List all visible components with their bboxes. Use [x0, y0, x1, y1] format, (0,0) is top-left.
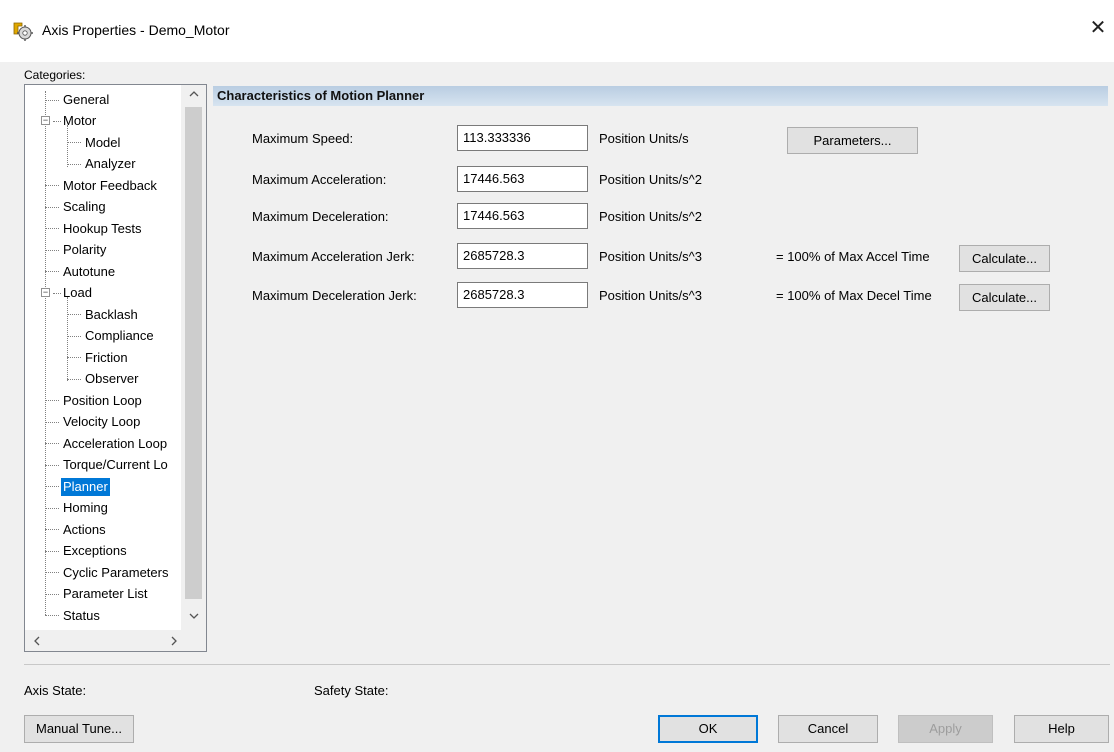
tree-line: [67, 357, 81, 358]
tree-line: [45, 100, 59, 101]
ok-button[interactable]: OK: [658, 715, 758, 743]
tree-line: [45, 422, 59, 423]
tree-item-model[interactable]: Model: [83, 134, 122, 152]
max-decel-jerk-unit: Position Units/s^3: [599, 288, 702, 303]
tree-line: [45, 250, 59, 251]
tree-item-acceleration-loop[interactable]: Acceleration Loop: [61, 435, 169, 453]
chevron-down-icon[interactable]: [185, 611, 202, 623]
max-deceleration-unit: Position Units/s^2: [599, 209, 702, 224]
section-title: Characteristics of Motion Planner: [217, 88, 425, 103]
tree-item-cyclic-parameters[interactable]: Cyclic Parameters: [61, 564, 170, 582]
tree-line: [45, 594, 59, 595]
tree-line: [53, 293, 61, 294]
tree-item-exceptions[interactable]: Exceptions: [61, 542, 129, 560]
tree-item-general[interactable]: General: [61, 91, 111, 109]
max-accel-jerk-input[interactable]: 2685728.3: [457, 243, 588, 269]
tree-item-torque-current-loop[interactable]: Torque/Current Lo: [61, 456, 170, 474]
chevron-left-icon[interactable]: [28, 636, 45, 649]
tree-line: [45, 91, 46, 615]
collapse-motor-icon[interactable]: −: [41, 116, 50, 125]
tree-line: [45, 207, 59, 208]
max-decel-jerk-label: Maximum Deceleration Jerk:: [252, 288, 417, 303]
safety-state-label: Safety State:: [314, 683, 389, 698]
tree-item-planner[interactable]: Planner: [61, 478, 110, 496]
tree-line: [67, 142, 81, 143]
tree-item-analyzer[interactable]: Analyzer: [83, 155, 138, 173]
tree-item-autotune[interactable]: Autotune: [61, 263, 117, 281]
max-decel-jerk-note: = 100% of Max Decel Time: [776, 288, 932, 303]
max-accel-jerk-label: Maximum Acceleration Jerk:: [252, 249, 415, 264]
max-speed-label: Maximum Speed:: [252, 131, 354, 146]
tree-line: [45, 572, 59, 573]
tree-item-actions[interactable]: Actions: [61, 521, 108, 539]
max-acceleration-label: Maximum Acceleration:: [252, 172, 387, 187]
tree-item-backlash[interactable]: Backlash: [83, 306, 140, 324]
tree-line: [45, 271, 59, 272]
collapse-load-icon[interactable]: −: [41, 288, 50, 297]
tree-item-parameter-list[interactable]: Parameter List: [61, 585, 150, 603]
tree-line: [67, 297, 68, 381]
chevron-up-icon[interactable]: [185, 89, 202, 101]
window-title: Axis Properties - Demo_Motor: [42, 22, 230, 38]
max-deceleration-input[interactable]: 17446.563: [457, 203, 588, 229]
tree-item-motor-feedback[interactable]: Motor Feedback: [61, 177, 159, 195]
tree-item-velocity-loop[interactable]: Velocity Loop: [61, 413, 142, 431]
tree-line: [67, 125, 68, 167]
calculate-decel-jerk-button[interactable]: Calculate...: [959, 284, 1050, 311]
tree-line: [67, 336, 81, 337]
tree-item-position-loop[interactable]: Position Loop: [61, 392, 144, 410]
tree-line: [45, 185, 59, 186]
max-speed-input[interactable]: 113.333336: [457, 125, 588, 151]
apply-button[interactable]: Apply: [898, 715, 993, 743]
tree-line: [45, 465, 59, 466]
tree-item-status[interactable]: Status: [61, 607, 102, 625]
tree-line: [53, 121, 61, 122]
close-icon[interactable]: ✕: [1084, 14, 1112, 42]
vertical-scroll-thumb[interactable]: [185, 107, 202, 599]
tree-line: [45, 529, 59, 530]
max-accel-jerk-note: = 100% of Max Accel Time: [776, 249, 930, 264]
tree-line: [67, 164, 81, 165]
tree-line: [45, 443, 59, 444]
chevron-right-icon[interactable]: [165, 636, 182, 649]
cancel-button[interactable]: Cancel: [778, 715, 878, 743]
tree-item-polarity[interactable]: Polarity: [61, 241, 108, 259]
tree-item-compliance[interactable]: Compliance: [83, 327, 156, 345]
max-decel-jerk-input[interactable]: 2685728.3: [457, 282, 588, 308]
tree-item-friction[interactable]: Friction: [83, 349, 130, 367]
tree-item-homing[interactable]: Homing: [61, 499, 110, 517]
tree-line: [45, 400, 59, 401]
max-deceleration-label: Maximum Deceleration:: [252, 209, 389, 224]
tree-item-motor[interactable]: Motor: [61, 112, 98, 130]
tree-line: [45, 486, 59, 487]
tree-item-scaling[interactable]: Scaling: [61, 198, 108, 216]
tree-line: [45, 615, 59, 616]
max-speed-unit: Position Units/s: [599, 131, 689, 146]
tree-line: [45, 508, 59, 509]
axis-properties-icon: [12, 20, 34, 42]
categories-label: Categories:: [24, 68, 86, 82]
tree-item-observer[interactable]: Observer: [83, 370, 140, 388]
axis-state-label: Axis State:: [24, 683, 87, 698]
calculate-accel-jerk-button[interactable]: Calculate...: [959, 245, 1050, 272]
help-button[interactable]: Help: [1014, 715, 1109, 743]
max-acceleration-unit: Position Units/s^2: [599, 172, 702, 187]
tree-line: [45, 551, 59, 552]
max-accel-jerk-unit: Position Units/s^3: [599, 249, 702, 264]
tree-item-load[interactable]: Load: [61, 284, 94, 302]
tree-line: [67, 314, 81, 315]
tree-line: [45, 228, 59, 229]
max-acceleration-input[interactable]: 17446.563: [457, 166, 588, 192]
parameters-button[interactable]: Parameters...: [787, 127, 918, 154]
manual-tune-button[interactable]: Manual Tune...: [24, 715, 134, 743]
divider: [24, 664, 1110, 665]
tree-line: [67, 379, 81, 380]
categories-tree[interactable]: − − General Motor Model Analyzer Motor F…: [24, 84, 207, 652]
tree-item-hookup-tests[interactable]: Hookup Tests: [61, 220, 144, 238]
